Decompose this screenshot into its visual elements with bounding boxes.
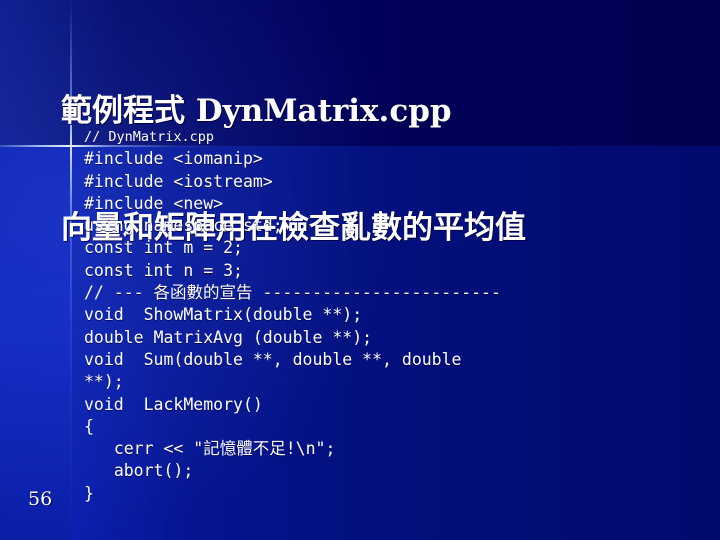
code-line: cerr << "記憶體不足!\n"; xyxy=(84,439,336,459)
code-line: void LackMemory() xyxy=(84,394,263,414)
code-line: const int m = 2; xyxy=(84,238,243,258)
code-line: // --- 各函數的宣告 ------------------------ xyxy=(84,283,501,303)
code-line: double MatrixAvg (double **); xyxy=(84,327,373,347)
code-line: #include <iomanip> xyxy=(84,149,263,169)
code-line: } xyxy=(84,483,94,503)
code-line: void ShowMatrix(double **); xyxy=(84,305,363,325)
code-line: void Sum(double **, double **, double **… xyxy=(84,349,472,392)
code-listing: // DynMatrix.cpp #include <iomanip> #inclu… xyxy=(84,126,508,505)
code-line: { xyxy=(84,416,94,436)
code-line: abort(); xyxy=(84,461,194,481)
code-line: #include <iostream> xyxy=(84,171,273,191)
code-line: const int n = 3; xyxy=(84,260,243,280)
presentation-slide: 範例程式 DynMatrix.cpp 向量和矩陣用在檢查亂數的平均值 // Dy… xyxy=(0,0,720,540)
code-line: #include <new> xyxy=(84,193,224,213)
code-line: using namespace std; xyxy=(84,216,283,236)
slide-page-number: 56 xyxy=(28,488,53,510)
code-line: // DynMatrix.cpp xyxy=(84,129,215,145)
